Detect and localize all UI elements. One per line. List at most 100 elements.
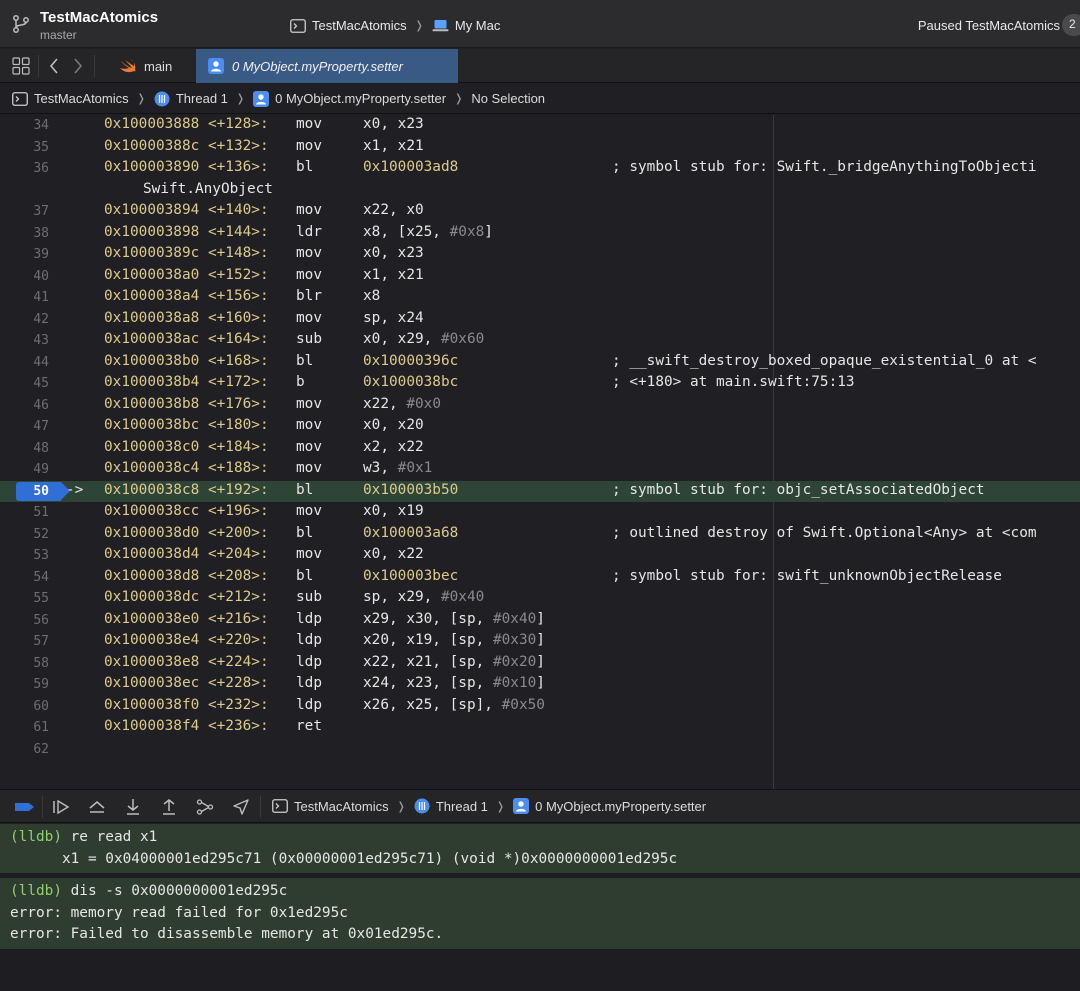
- jump-bar-project[interactable]: TestMacAtomics: [34, 91, 129, 106]
- line-number[interactable]: 58: [0, 656, 49, 671]
- instruction-comment: ; symbol stub for: Swift._bridgeAnything…: [612, 159, 1037, 175]
- operands: x8: [363, 288, 381, 304]
- instruction-address: 0x100003890 <+136>:: [104, 159, 269, 175]
- console-line: x1 = 0x04000001ed295c71 (0x00000001ed295…: [10, 850, 678, 867]
- line-number[interactable]: 37: [0, 204, 49, 219]
- line-number[interactable]: 43: [0, 333, 49, 348]
- line-number[interactable]: 40: [0, 269, 49, 284]
- line-number[interactable]: 53: [0, 548, 49, 563]
- chevron-right-icon: ❭: [235, 93, 246, 105]
- code-line: 36 0x100003890 <+136>: bl 0x100003ad8 ; symb…: [0, 158, 1080, 180]
- divider: [94, 55, 95, 77]
- branch-target: 0x10000396c: [363, 352, 459, 369]
- line-number[interactable]: 42: [0, 312, 49, 327]
- line-number[interactable]: 38: [0, 226, 49, 241]
- line-number[interactable]: 45: [0, 376, 49, 391]
- lldb-console[interactable]: (lldb) re read x1 x1 = 0x04000001ed295c7…: [0, 824, 1080, 991]
- instruction-address: 0x10000389c <+148>:: [104, 245, 269, 261]
- disassembly-editor[interactable]: 34 0x100003888 <+128>: mov x0, x23 35 0x10000…: [0, 115, 1080, 789]
- line-number[interactable]: 41: [0, 290, 49, 305]
- instruction-address: 0x1000038a4 <+156>:: [104, 288, 269, 304]
- line-number[interactable]: 55: [0, 591, 49, 606]
- operands: x0, x23: [363, 116, 424, 132]
- code-line: 54 0x1000038d8 <+208>: bl 0x100003bec ; symb…: [0, 567, 1080, 589]
- step-into-icon[interactable]: [124, 798, 142, 816]
- line-number[interactable]: 36: [0, 161, 49, 176]
- console-line: error: memory read failed for 0x1ed295c: [10, 904, 348, 921]
- person-icon: [513, 798, 530, 814]
- instruction-comment: ; outlined destroy of Swift.Optional<Any…: [612, 524, 1037, 541]
- mnemonic: ldp: [296, 696, 322, 713]
- tab-myproperty-setter[interactable]: 0 MyObject.myProperty.setter: [196, 49, 458, 83]
- debug-path-thread[interactable]: Thread 1: [436, 799, 488, 814]
- scheme-selector[interactable]: TestMacAtomics ❭ My Mac: [290, 18, 500, 33]
- line-number[interactable]: 56: [0, 613, 49, 628]
- current-instruction-line: 50 -> 0x1000038c8 <+192>: bl 0x100003b50 ; sy…: [0, 480, 1080, 502]
- line-number[interactable]: 46: [0, 398, 49, 413]
- pc-arrow: ->: [66, 481, 84, 498]
- back-arrow-icon[interactable]: [46, 57, 64, 75]
- debug-memory-graph-icon[interactable]: [196, 798, 214, 816]
- line-number[interactable]: 49: [0, 462, 49, 477]
- jump-bar-selection[interactable]: No Selection: [471, 91, 545, 106]
- code-line: 35 0x10000388c <+132>: mov x1, x21: [0, 137, 1080, 159]
- step-over-icon[interactable]: [88, 798, 106, 816]
- line-number[interactable]: 39: [0, 247, 49, 262]
- instruction-address: 0x1000038a8 <+160>:: [104, 309, 269, 326]
- debug-path-process[interactable]: TestMacAtomics: [294, 799, 389, 814]
- mnemonic: sub: [296, 589, 322, 605]
- tab-main[interactable]: main: [108, 49, 196, 83]
- instruction-address: 0x100003888 <+128>:: [104, 116, 269, 132]
- instruction-address: 0x1000038b4 <+172>:: [104, 374, 269, 390]
- code-line: 42 0x1000038a8 <+160>: mov sp, x24: [0, 309, 1080, 331]
- branch-name[interactable]: master: [40, 28, 77, 42]
- line-number[interactable]: 62: [0, 742, 49, 757]
- divider: [38, 55, 39, 77]
- mnemonic: blr: [296, 288, 322, 304]
- line-number[interactable]: 57: [0, 634, 49, 649]
- line-number[interactable]: 47: [0, 419, 49, 434]
- line-number[interactable]: 54: [0, 570, 49, 585]
- debug-path-frame[interactable]: 0 MyObject.myProperty.setter: [535, 799, 706, 814]
- code-line: 43 0x1000038ac <+164>: sub x0, x29, #0x60: [0, 330, 1080, 352]
- line-number[interactable]: 48: [0, 441, 49, 456]
- line-number[interactable]: 34: [0, 118, 49, 133]
- jump-bar-frame[interactable]: 0 MyObject.myProperty.setter: [275, 91, 446, 106]
- code-line: 44 0x1000038b0 <+168>: bl 0x10000396c ; __sw…: [0, 352, 1080, 374]
- lldb-prompt: (lldb): [10, 883, 62, 899]
- jump-bar: TestMacAtomics ❭ Thread 1 ❭ 0 MyObject.m…: [0, 84, 1080, 114]
- operands: x29, x30, [sp, #0x40]: [363, 610, 545, 627]
- location-arrow-icon[interactable]: [232, 798, 250, 816]
- step-out-icon[interactable]: [160, 798, 178, 816]
- instruction-comment: ; symbol stub for: swift_unknownObjectRe…: [612, 567, 1002, 584]
- code-line: 34 0x100003888 <+128>: mov x0, x23: [0, 115, 1080, 137]
- chevron-right-icon: ❭: [136, 93, 146, 105]
- console-line: error: Failed to disassemble memory at 0…: [10, 926, 444, 942]
- line-number[interactable]: 35: [0, 140, 49, 155]
- line-number[interactable]: 52: [0, 527, 49, 542]
- continue-icon[interactable]: [52, 798, 70, 816]
- forward-arrow-icon[interactable]: [68, 57, 86, 75]
- line-number[interactable]: 61: [0, 720, 49, 735]
- line-number[interactable]: 44: [0, 355, 49, 370]
- instruction-address: 0x10000388c <+132>:: [104, 137, 269, 154]
- line-number[interactable]: 60: [0, 699, 49, 714]
- jump-bar-thread[interactable]: Thread 1: [176, 91, 228, 106]
- operands: x1, x21: [363, 137, 424, 154]
- code-line: 62: [0, 739, 1080, 761]
- thread-icon: [154, 91, 170, 107]
- branch-target: 0x100003a68: [363, 524, 459, 541]
- mnemonic: mov: [296, 460, 322, 476]
- line-number[interactable]: 50: [0, 484, 49, 499]
- mnemonic: ldp: [296, 653, 322, 670]
- issue-count-badge[interactable]: 2: [1062, 14, 1080, 36]
- mnemonic: bl: [296, 352, 314, 369]
- grid-icon[interactable]: [12, 57, 30, 75]
- line-number[interactable]: 51: [0, 505, 49, 520]
- operands: x24, x23, [sp, #0x10]: [363, 675, 545, 691]
- operands: w3, #0x1: [363, 460, 433, 476]
- instruction-address: 0x1000038a0 <+152>:: [104, 266, 269, 283]
- project-title[interactable]: TestMacAtomics: [40, 9, 158, 26]
- line-number[interactable]: 59: [0, 677, 49, 692]
- breakpoints-toggle-icon[interactable]: [14, 798, 34, 816]
